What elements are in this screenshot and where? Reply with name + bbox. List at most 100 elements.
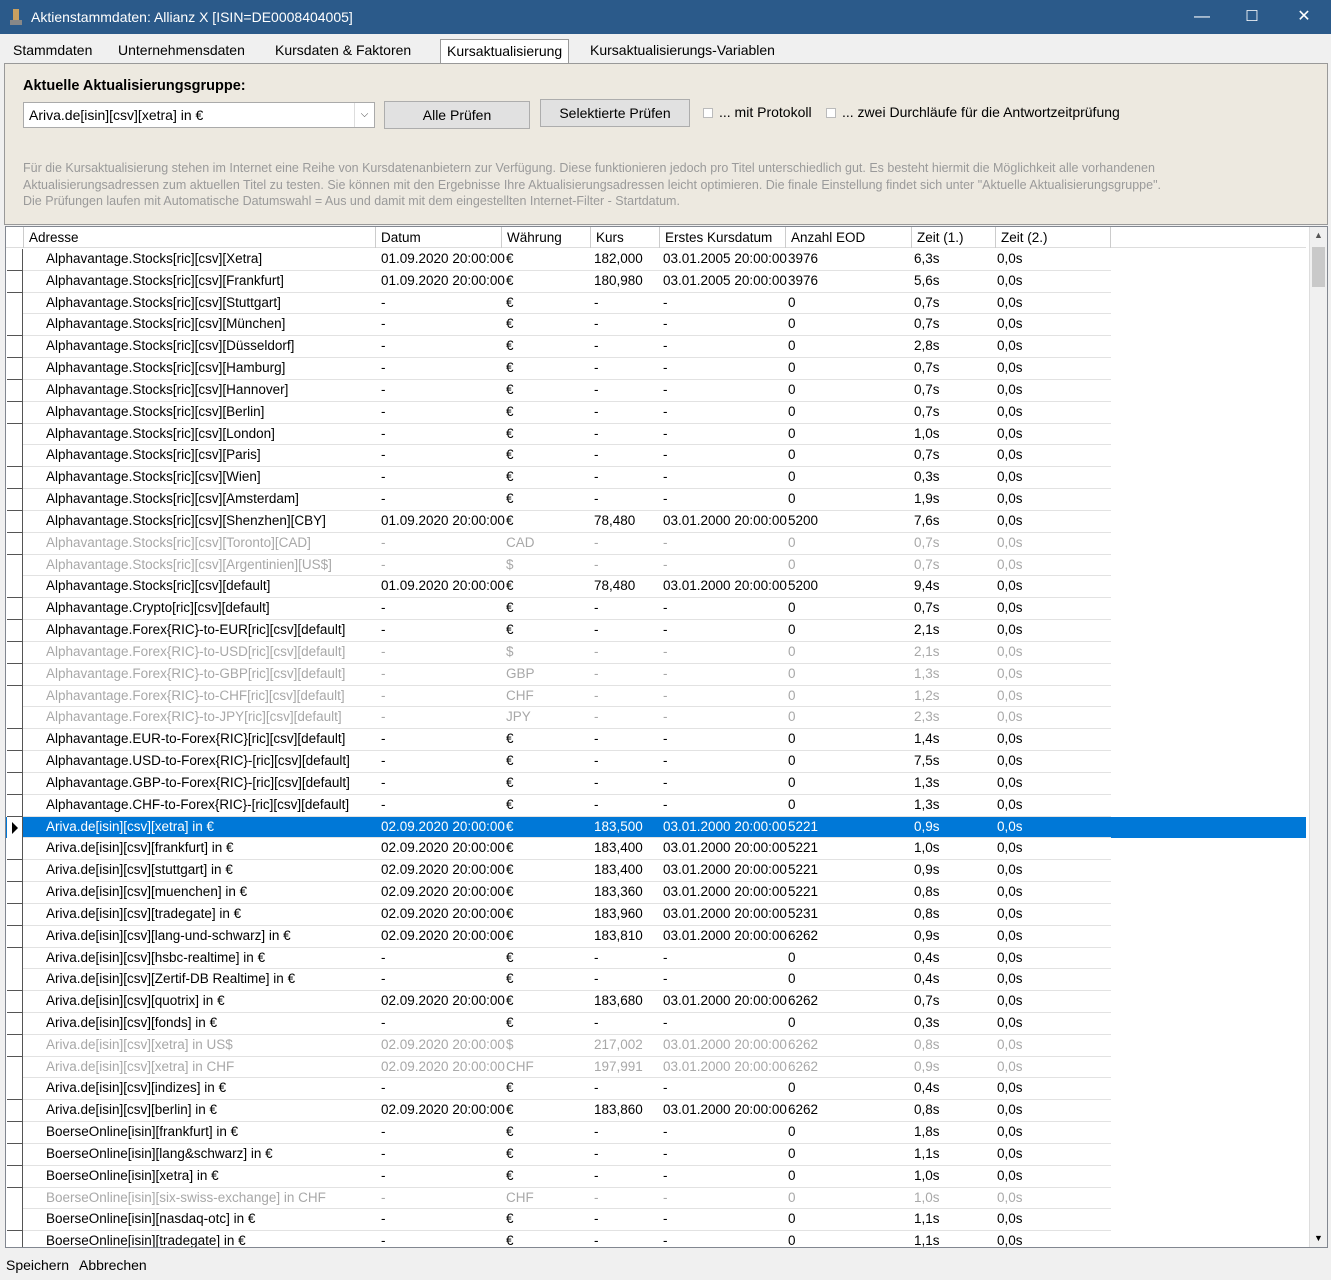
row-indicator[interactable] (7, 314, 23, 337)
row-indicator[interactable] (7, 467, 23, 490)
row-indicator[interactable] (7, 663, 23, 686)
table-row[interactable]: Ariva.de[isin][csv][quotrix] in € 02.09.2… (6, 991, 1306, 1014)
table-row[interactable]: Alphavantage.Forex{RIC}-to-CHF[ric][csv]… (6, 685, 1306, 708)
table-row[interactable]: Ariva.de[isin][csv][fonds] in € - € - - 0 0,3s… (6, 1012, 1306, 1035)
table-row[interactable]: Alphavantage.Stocks[ric][csv][Toronto][C… (6, 532, 1306, 555)
close-button[interactable]: ✕ (1279, 0, 1329, 34)
table-row[interactable]: Alphavantage.Stocks[ric][csv][default] 01… (6, 576, 1306, 599)
row-indicator[interactable] (7, 641, 23, 664)
table-row[interactable]: Alphavantage.Crypto[ric][csv][default] - €… (6, 598, 1306, 621)
table-row[interactable]: BoerseOnline[isin][nasdaq-otc] in € - € - - 0… (6, 1209, 1306, 1232)
row-indicator[interactable] (7, 489, 23, 512)
column-header-erstes-kursdatum[interactable]: Erstes Kursdatum (661, 227, 786, 248)
table-row[interactable]: Alphavantage.Stocks[ric][csv][Shenzhen][… (6, 510, 1306, 533)
table-row[interactable]: Alphavantage.Stocks[ric][csv][Amsterdam]… (6, 489, 1306, 512)
table-row[interactable]: BoerseOnline[isin][frankfurt] in € - € - - 0 1… (6, 1122, 1306, 1145)
table-row[interactable]: Alphavantage.Forex{RIC}-to-EUR[ric][csv]… (6, 620, 1306, 643)
column-header-zeit-2[interactable]: Zeit (2.) (997, 227, 1111, 248)
row-indicator[interactable] (7, 445, 23, 468)
table-row[interactable]: Ariva.de[isin][csv][Zertif-DB Realtime] … (6, 969, 1306, 992)
table-row[interactable]: Ariva.de[isin][csv][hsbc-realtime] in € -… (6, 947, 1306, 970)
row-indicator[interactable] (7, 751, 23, 774)
row-indicator[interactable] (7, 838, 23, 861)
maximize-button[interactable]: ☐ (1227, 0, 1277, 34)
row-indicator[interactable] (7, 947, 23, 970)
row-indicator[interactable] (7, 510, 23, 533)
table-row[interactable]: Alphavantage.Stocks[ric][csv][Argentinie… (6, 554, 1306, 577)
table-row[interactable]: Alphavantage.Stocks[ric][csv][Hannover] -… (6, 379, 1306, 402)
row-indicator[interactable] (7, 772, 23, 795)
column-header-kurs[interactable]: Kurs (592, 227, 660, 248)
table-row[interactable]: Alphavantage.Stocks[ric][csv][Stuttgart]… (6, 292, 1306, 315)
table-row[interactable]: Ariva.de[isin][csv][berlin] in € 02.09.20… (6, 1100, 1306, 1123)
row-indicator[interactable] (7, 1078, 23, 1101)
minimize-button[interactable]: — (1177, 0, 1227, 34)
update-group-select[interactable]: Ariva.de[isin][csv][xetra] in € ⌵ (23, 102, 375, 128)
column-header-adresse[interactable]: Adresse (25, 227, 376, 248)
table-row[interactable]: Alphavantage.GBP-to-Forex{RIC}-[ric][csv… (6, 772, 1306, 795)
column-header-datum[interactable]: Datum (377, 227, 502, 248)
row-indicator[interactable] (7, 925, 23, 948)
table-row[interactable]: BoerseOnline[isin][xetra] in € - € - - 0 1,0s 0… (6, 1165, 1306, 1188)
table-row[interactable]: Alphavantage.Forex{RIC}-to-JPY[ric][csv]… (6, 707, 1306, 730)
row-indicator[interactable] (7, 270, 23, 293)
chevron-down-icon[interactable]: ⌵ (354, 103, 374, 127)
table-row-selected[interactable]: Ariva.de[isin][csv][xetra] in € 02.09.202… (6, 816, 1306, 839)
table-row[interactable]: BoerseOnline[isin][tradegate] in € - € - - 0 1… (6, 1231, 1306, 1247)
table-row[interactable]: BoerseOnline[isin][lang&schwarz] in € - € -… (6, 1143, 1306, 1166)
table-row[interactable]: Alphavantage.Stocks[ric][csv][Düsseldorf… (6, 336, 1306, 359)
row-indicator[interactable] (7, 707, 23, 730)
table-row[interactable]: Ariva.de[isin][csv][stuttgart] in € 02.09… (6, 860, 1306, 883)
row-indicator[interactable] (7, 991, 23, 1014)
row-indicator[interactable] (7, 532, 23, 555)
check-all-button[interactable]: Alle Prüfen (384, 101, 530, 129)
two-runs-checkbox-label[interactable]: ... zwei Durchläufe für die Antwortzeitp… (842, 104, 1120, 120)
table-row[interactable]: Alphavantage.Stocks[ric][csv][Hamburg] - €… (6, 358, 1306, 381)
table-row[interactable]: Alphavantage.Stocks[ric][csv][Berlin] - € -… (6, 401, 1306, 424)
row-indicator[interactable] (7, 1122, 23, 1145)
table-row[interactable]: Ariva.de[isin][csv][muenchen] in € 02.09.… (6, 882, 1306, 905)
table-row[interactable]: Ariva.de[isin][csv][xetra] in CHF 02.09.2… (6, 1056, 1306, 1079)
table-row[interactable]: Alphavantage.Forex{RIC}-to-GBP[ric][csv]… (6, 663, 1306, 686)
row-indicator[interactable] (7, 358, 23, 381)
row-indicator[interactable] (7, 576, 23, 599)
row-indicator[interactable] (7, 903, 23, 926)
save-button[interactable]: Speichern (6, 1257, 69, 1273)
table-row[interactable]: Alphavantage.Stocks[ric][csv][Xetra] 01.0… (6, 249, 1306, 271)
scrollbar-thumb[interactable] (1312, 247, 1325, 287)
row-indicator[interactable] (7, 1187, 23, 1210)
table-row[interactable]: Alphavantage.CHF-to-Forex{RIC}-[ric][csv… (6, 794, 1306, 817)
table-row[interactable]: Ariva.de[isin][csv][xetra] in US$ 02.09.2… (6, 1034, 1306, 1057)
title-bar[interactable]: Aktienstammdaten: Allianz X [ISIN=DE0008… (0, 0, 1331, 34)
table-row[interactable]: Alphavantage.USD-to-Forex{RIC}-[ric][csv… (6, 751, 1306, 774)
column-header-zeit-1[interactable]: Zeit (1.) (913, 227, 996, 248)
scroll-up-icon[interactable]: ▲ (1310, 227, 1327, 244)
row-indicator[interactable] (7, 401, 23, 424)
check-selected-button[interactable]: Selektierte Prüfen (540, 99, 690, 127)
table-row[interactable]: Alphavantage.Stocks[ric][csv][München] - €… (6, 314, 1306, 337)
row-indicator[interactable] (7, 1231, 23, 1247)
row-indicator[interactable] (7, 1012, 23, 1035)
row-indicator[interactable] (7, 1209, 23, 1232)
row-indicator[interactable] (7, 685, 23, 708)
row-indicator[interactable] (7, 1165, 23, 1188)
tab-kursdaten-faktoren[interactable]: Kursdaten & Faktoren (275, 42, 411, 58)
column-header-anzahl-eod[interactable]: Anzahl EOD (787, 227, 912, 248)
tab-kursaktualisierung[interactable]: Kursaktualisierung (440, 39, 570, 64)
table-row[interactable]: Alphavantage.Stocks[ric][csv][Frankfurt]… (6, 270, 1306, 293)
row-indicator[interactable] (7, 794, 23, 817)
two-runs-checkbox[interactable] (826, 108, 836, 118)
row-indicator[interactable] (7, 423, 23, 446)
protokoll-checkbox[interactable] (703, 108, 713, 118)
row-indicator[interactable] (7, 336, 23, 359)
table-row[interactable]: Ariva.de[isin][csv][frankfurt] in € 02.09… (6, 838, 1306, 861)
row-indicator[interactable] (7, 598, 23, 621)
tab-kursaktualisierungs-variablen[interactable]: Kursaktualisierungs-Variablen (590, 42, 775, 58)
row-indicator[interactable] (7, 969, 23, 992)
row-indicator[interactable] (7, 860, 23, 883)
table-row[interactable]: Alphavantage.Forex{RIC}-to-USD[ric][csv]… (6, 641, 1306, 664)
table-row[interactable]: Ariva.de[isin][csv][tradegate] in € 02.09… (6, 903, 1306, 926)
row-indicator[interactable] (7, 249, 23, 271)
row-indicator[interactable] (7, 554, 23, 577)
row-indicator[interactable] (7, 620, 23, 643)
